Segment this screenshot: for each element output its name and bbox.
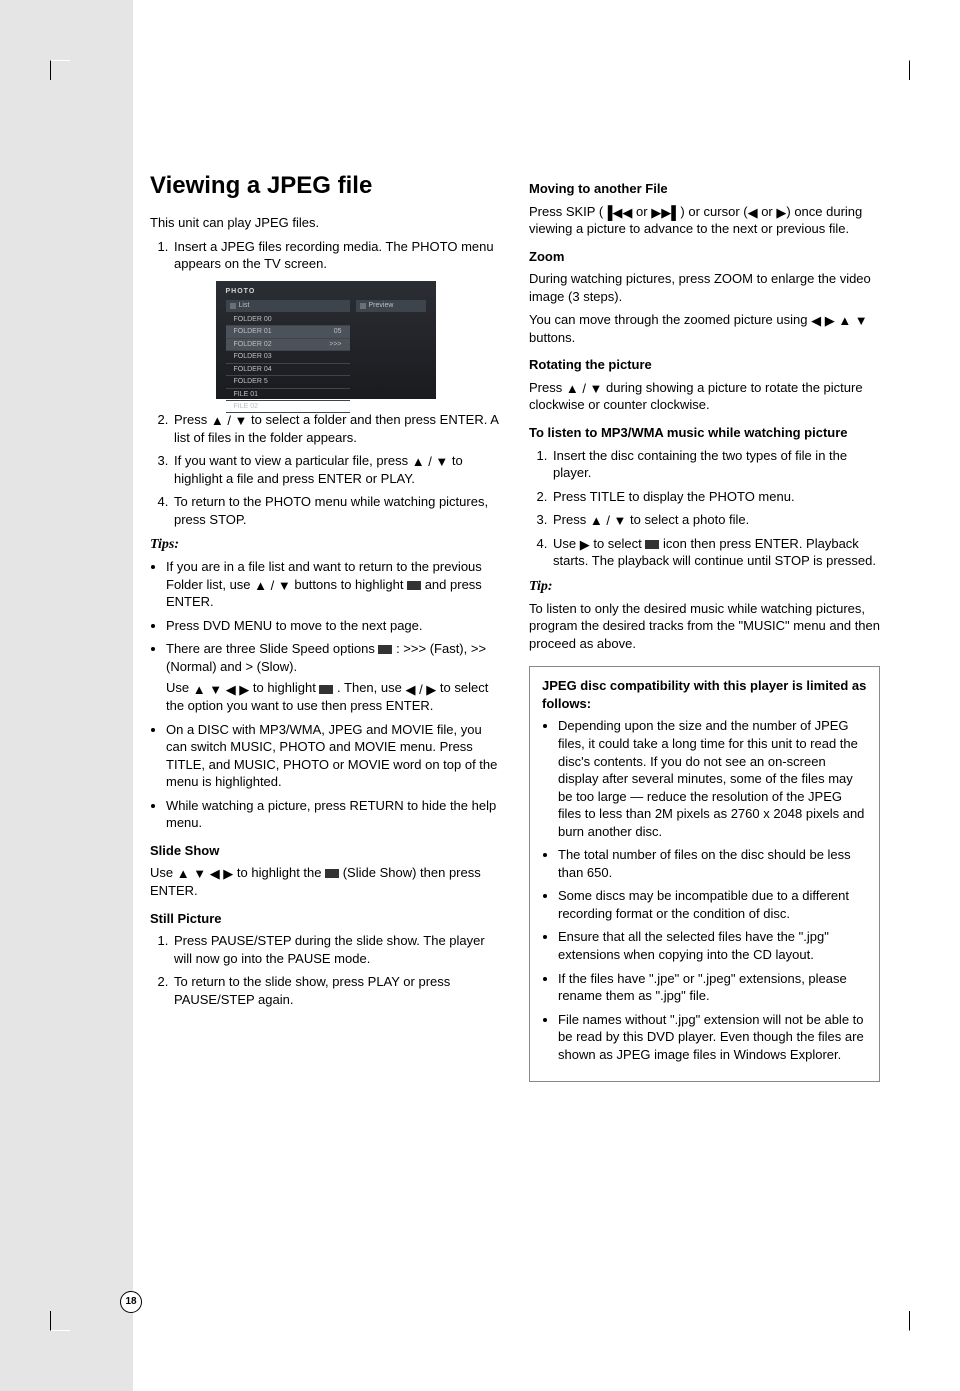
tip-body: To listen to only the desired music whil… [529,600,880,653]
box-item: If the files have ".jpe" or ".jpeg" exte… [558,970,867,1005]
slide-show-heading: Slide Show [150,842,501,860]
updown-icon: ▲ / ▼ [412,455,449,468]
ss-row: FILE 02 [226,401,350,413]
all-directions-icon: ▲ ▼ ◀ ▶ [193,683,250,696]
box-item: Some discs may be incompatible due to a … [558,887,867,922]
step-2: Press ▲ / ▼ to select a folder and then … [172,411,501,446]
box-item: Ensure that all the selected files have … [558,928,867,963]
page-number: 18 [120,1291,142,1313]
leftright-icon: ◀ / ▶ [405,683,436,696]
still-steps: Press PAUSE/STEP during the slide show. … [150,932,501,1008]
left-icon: ◀ [748,206,758,219]
zoom-text-1: During watching pictures, press ZOOM to … [529,270,880,305]
intro-text: This unit can play JPEG files. [150,214,501,232]
moving-file-text: Press SKIP (▐◀◀ or ▶▶▌) or cursor (◀ or … [529,203,880,238]
box-item: Depending upon the size and the number o… [558,717,867,840]
music-icon [645,540,659,549]
ss-row: FOLDER 04 [226,364,350,376]
step-1: Insert a JPEG files recording media. The… [172,238,501,273]
step-4: To return to the PHOTO menu while watchi… [172,493,501,528]
lrud-icon: ◀ ▶ ▲ ▼ [811,314,868,327]
ss-preview-header: Preview [356,300,426,311]
moving-file-heading: Moving to another File [529,180,880,198]
ss-list-header: List [226,300,350,311]
crop-mark [890,1311,910,1331]
mp3-step: Use ▶ to select icon then press ENTER. P… [551,535,880,570]
manual-page: Viewing a JPEG file This unit can play J… [0,0,960,1391]
tip-item: Press DVD MENU to move to the next page. [166,617,501,635]
right-icon: ▶ [776,206,786,219]
left-column: Viewing a JPEG file This unit can play J… [150,170,501,1082]
updown-icon: ▲ / ▼ [254,579,291,592]
ss-row: FOLDER 02>>> [226,339,350,351]
zoom-text-2: You can move through the zoomed picture … [529,311,880,346]
box-list: Depending upon the size and the number o… [542,717,867,1063]
box-item: File names without ".jpg" extension will… [558,1011,867,1064]
page-title: Viewing a JPEG file [150,170,501,202]
crop-mark [890,60,910,80]
right-column: Moving to another File Press SKIP (▐◀◀ o… [529,170,880,1082]
box-item: The total number of files on the disc sh… [558,846,867,881]
speed-icon [319,685,333,694]
tip-item: If you are in a file list and want to re… [166,558,501,611]
still-step: Press PAUSE/STEP during the slide show. … [172,932,501,967]
mp3-steps: Insert the disc containing the two types… [529,447,880,570]
ss-row: FOLDER 03 [226,351,350,363]
skip-next-icon: ▶▶▌ [651,206,680,219]
skip-prev-icon: ▐◀◀ [603,206,632,219]
speed-icon [378,645,392,654]
tip-item: On a DISC with MP3/WMA, JPEG and MOVIE f… [166,721,501,791]
ss-row: FOLDER 0105 [226,326,350,338]
rotate-heading: Rotating the picture [529,356,880,374]
updown-icon: ▲ / ▼ [590,514,627,527]
box-heading: JPEG disc compatibility with this player… [542,677,867,712]
ss-row: FOLDER 00 [226,314,350,326]
main-steps-cont: Press ▲ / ▼ to select a folder and then … [150,411,501,528]
mp3-step: Press TITLE to display the PHOTO menu. [551,488,880,506]
ss-row: FOLDER 5 [226,376,350,388]
tip-item: While watching a picture, press RETURN t… [166,797,501,832]
compatibility-box: JPEG disc compatibility with this player… [529,666,880,1082]
zoom-heading: Zoom [529,248,880,266]
mp3-step: Press ▲ / ▼ to select a photo file. [551,511,880,529]
updown-icon: ▲ / ▼ [211,414,248,427]
crop-mark [50,1311,70,1331]
right-icon: ▶ [580,538,590,551]
all-directions-icon: ▲ ▼ ◀ ▶ [177,867,234,880]
mp3-heading: To listen to MP3/WMA music while watchin… [529,424,880,442]
tips-list: If you are in a file list and want to re… [150,558,501,832]
main-steps: Insert a JPEG files recording media. The… [150,238,501,273]
still-step: To return to the slide show, press PLAY … [172,973,501,1008]
still-picture-heading: Still Picture [150,910,501,928]
photo-menu-screenshot: PHOTO List FOLDER 00 FOLDER 0105 FOLDER … [216,281,436,399]
mp3-step: Insert the disc containing the two types… [551,447,880,482]
slideshow-icon [325,869,339,878]
content-columns: Viewing a JPEG file This unit can play J… [150,170,880,1082]
updown-icon: ▲ / ▼ [566,382,603,395]
rotate-text: Press ▲ / ▼ during showing a picture to … [529,379,880,414]
step-3: If you want to view a particular file, p… [172,452,501,487]
folder-up-icon [407,581,421,590]
ss-title: PHOTO [226,287,426,296]
ss-row: FILE 01 [226,389,350,401]
crop-mark [50,60,70,80]
page-sidebar [0,0,133,1391]
slide-show-text: Use ▲ ▼ ◀ ▶ to highlight the (Slide Show… [150,864,501,899]
tip-item: There are three Slide Speed options : >>… [166,640,501,714]
tips-heading: Tips: [150,536,501,555]
tip-heading: Tip: [529,578,880,597]
